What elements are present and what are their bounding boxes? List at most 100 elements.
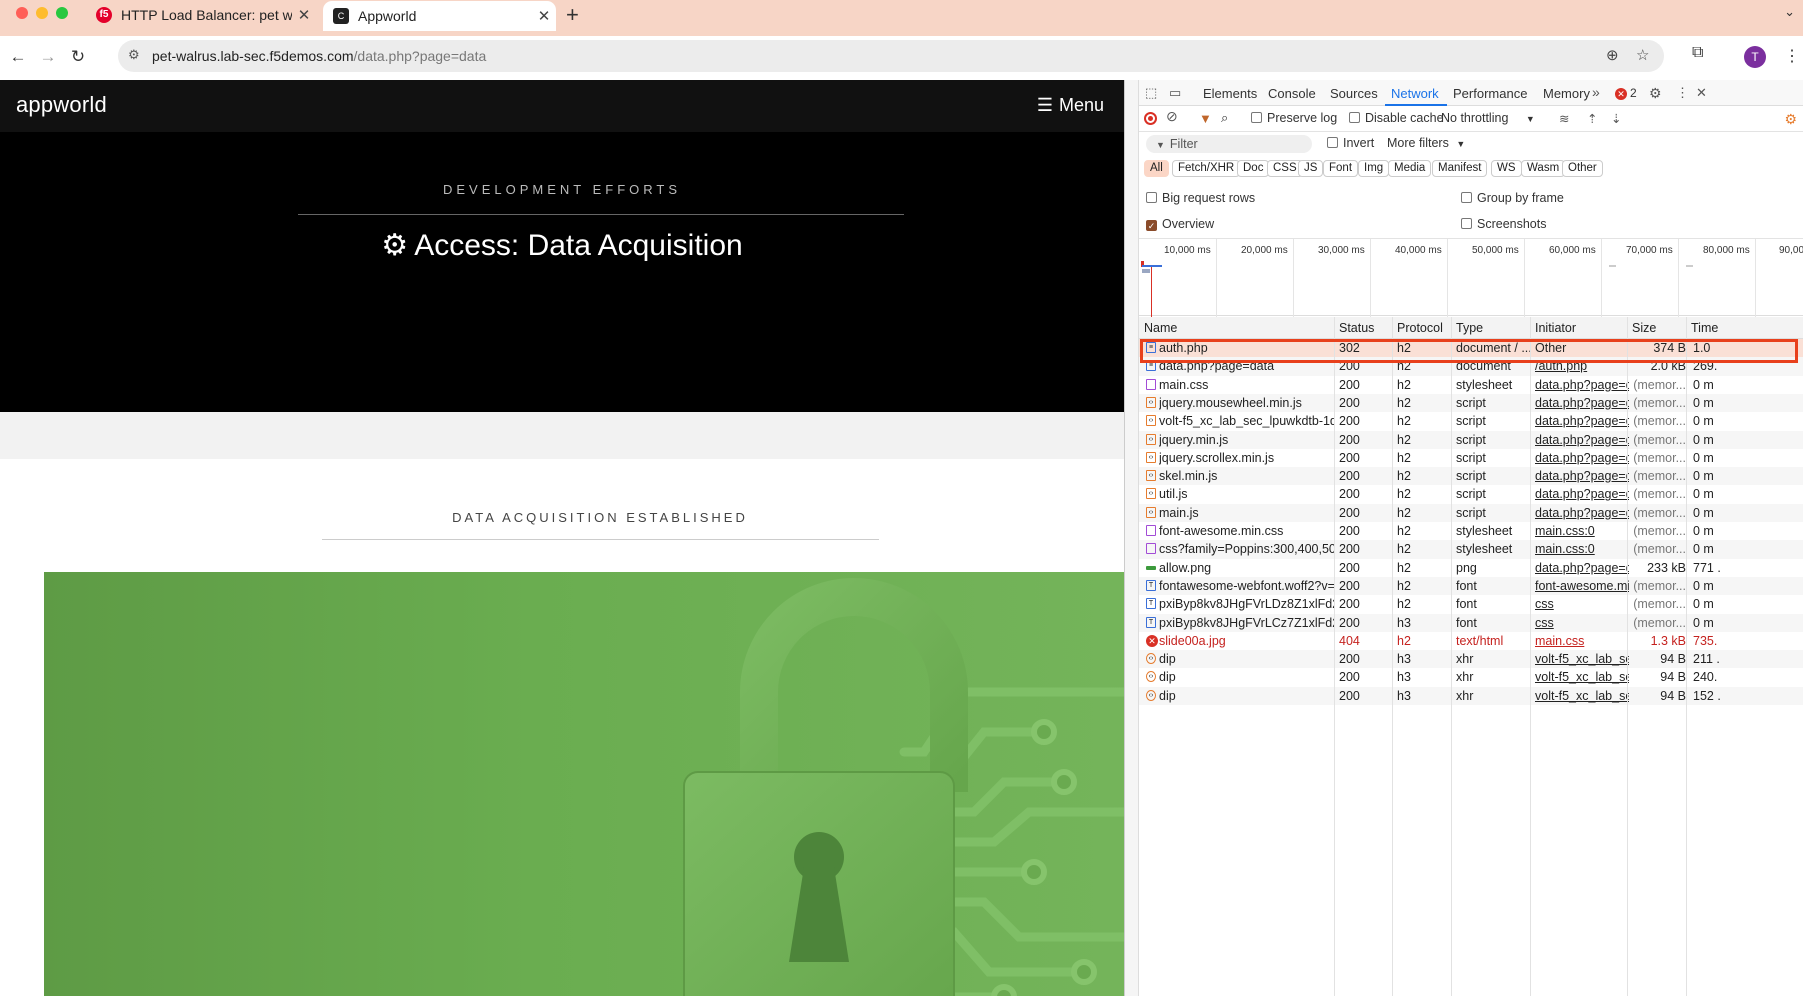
throttling-select[interactable]: No throttling ▼ — [1441, 111, 1535, 125]
inspect-element-icon[interactable]: ⬚ — [1145, 85, 1157, 101]
table-row[interactable]: allow.png 200 h2 png data.php?page=dat 233 kB… — [1139, 559, 1803, 577]
clear-icon[interactable]: ⊘ — [1166, 108, 1178, 125]
close-icon[interactable]: ✕ — [292, 6, 316, 24]
site-logo[interactable]: appworld — [16, 92, 107, 118]
type-filter-wasm[interactable]: Wasm — [1521, 160, 1566, 177]
type-filter-manifest[interactable]: Manifest — [1432, 160, 1488, 177]
devtools-resize-handle[interactable] — [1125, 80, 1139, 996]
cell-initiator[interactable]: data.php?page=dat — [1535, 469, 1629, 483]
table-row[interactable]: TpxiByp8kv8JHgFVrLDz8Z1xlFd2... 200 h2 font… — [1139, 595, 1803, 613]
table-row[interactable]: ‹› jquery.min.js 200 h2 script data.php?page=… — [1139, 430, 1803, 449]
tab-console[interactable]: Console — [1268, 86, 1316, 101]
window-minimize-button[interactable] — [36, 7, 48, 19]
preserve-log-checkbox[interactable]: Preserve log — [1251, 111, 1337, 125]
gear-icon[interactable]: ⚙ — [1649, 85, 1662, 102]
window-close-button[interactable] — [16, 7, 28, 19]
cell-initiator[interactable]: css — [1535, 597, 1629, 611]
new-tab-button[interactable]: + — [566, 2, 579, 28]
bookmark-star-icon[interactable]: ☆ — [1636, 46, 1649, 64]
table-row[interactable]: ‹› jquery.mousewheel.min.js 200 h2 script dat… — [1139, 393, 1803, 413]
window-maximize-button[interactable] — [56, 7, 68, 19]
column-header-size[interactable]: Size — [1632, 321, 1656, 335]
close-icon[interactable]: ✕ — [532, 7, 556, 25]
more-tabs-icon[interactable]: » — [1592, 84, 1600, 100]
invert-checkbox[interactable]: Invert — [1327, 136, 1374, 150]
cell-initiator[interactable]: data.php?page=dat — [1535, 451, 1629, 465]
tab-sources[interactable]: Sources — [1330, 86, 1378, 101]
more-filters-dropdown[interactable]: More filters ▼ — [1387, 136, 1465, 150]
column-header-name[interactable]: Name — [1144, 321, 1177, 335]
table-row[interactable]: font-awesome.min.css 200 h2 stylesheet main.… — [1139, 522, 1803, 540]
avatar[interactable]: T — [1744, 46, 1766, 68]
tab-network[interactable]: Network — [1391, 86, 1439, 101]
cell-initiator[interactable]: data.php?page=dat — [1535, 506, 1629, 520]
reload-button[interactable]: ↻ — [66, 45, 90, 69]
column-header-status[interactable]: Status — [1339, 321, 1374, 335]
table-row[interactable]: ✕ slide00a.jpg 404 h2 text/html main.css 1.3 k… — [1139, 632, 1803, 650]
cell-initiator[interactable]: data.php?page=dat — [1535, 414, 1629, 428]
network-overview-timeline[interactable]: 10,000 ms 20,000 ms 30,000 ms 40,000 ms … — [1139, 238, 1803, 317]
chevron-down-icon[interactable]: ⌄ — [1784, 4, 1795, 20]
error-count-badge[interactable]: ✕ 2 — [1615, 86, 1637, 100]
overview-checkbox[interactable]: ✓ Overview — [1146, 217, 1214, 231]
address-bar[interactable]: ⚙ pet-walrus.lab-sec.f5demos.com/data.ph… — [118, 40, 1664, 72]
tab-memory[interactable]: Memory — [1543, 86, 1590, 101]
screenshots-checkbox[interactable]: Screenshots — [1461, 217, 1546, 231]
devtools-menu-icon[interactable]: ⋮ — [1676, 85, 1689, 101]
filter-icon[interactable]: ▼ — [1199, 111, 1212, 126]
cell-initiator[interactable]: volt-f5_xc_lab_sec — [1535, 652, 1629, 666]
search-icon[interactable]: ⌕ — [1221, 110, 1228, 126]
table-row[interactable]: main.css 200 h2 stylesheet data.php?page=dat… — [1139, 376, 1803, 394]
browser-menu-icon[interactable]: ⋮ — [1784, 46, 1800, 66]
url-text[interactable]: pet-walrus.lab-sec.f5demos.com/data.php?… — [152, 48, 486, 64]
table-row[interactable]: Tfontawesome-webfont.woff2?v=... 200 h2 fon… — [1139, 576, 1803, 596]
browser-tab-appworld[interactable]: C Appworld ✕ — [323, 1, 556, 31]
type-filter-img[interactable]: Img — [1358, 160, 1390, 177]
back-button[interactable]: ← — [6, 45, 30, 69]
cell-initiator[interactable]: main.css:0 — [1535, 542, 1629, 556]
table-row[interactable]: ‹›main.js 200 h2 script data.php?page=dat (me… — [1139, 503, 1803, 522]
device-toolbar-icon[interactable]: ▭ — [1169, 85, 1181, 101]
table-row[interactable]: ‹› dip 200 h3 xhr volt-f5_xc_lab_sec 94 B 211 . — [1139, 650, 1803, 669]
type-filter-font[interactable]: Font — [1323, 160, 1359, 177]
cell-initiator[interactable]: data.php?page=dat — [1535, 561, 1629, 575]
menu-button[interactable]: ☰ Menu — [1037, 95, 1104, 116]
cell-initiator[interactable]: font-awesome.min. — [1535, 579, 1629, 593]
column-header-time[interactable]: Time — [1691, 321, 1718, 335]
table-row[interactable]: TpxiByp8kv8JHgFVrLCz7Z1xlFd2... 200 h3 font… — [1139, 613, 1803, 632]
cell-initiator[interactable]: main.css:0 — [1535, 524, 1629, 538]
cell-initiator[interactable]: data.php?page=dat — [1535, 396, 1629, 410]
type-filter-js[interactable]: JS — [1298, 160, 1324, 177]
table-row[interactable]: ‹› volt-f5_xc_lab_sec_lpuwkdtb-1d... 200 h2… — [1139, 412, 1803, 430]
table-row[interactable]: ‹› dip 200 h3 xhr volt-f5_xc_lab_sec 94 B 152 . — [1139, 686, 1803, 705]
close-icon[interactable]: ✕ — [1696, 85, 1707, 101]
cell-initiator[interactable]: data.php?page=dat — [1535, 487, 1629, 501]
disable-cache-checkbox[interactable]: Disable cache — [1349, 111, 1444, 125]
group-by-frame-checkbox[interactable]: Group by frame — [1461, 191, 1564, 205]
table-row[interactable]: ≡ auth.php 302 h2 document / ... Other 374 B 1.… — [1139, 339, 1803, 358]
table-row[interactable]: css?family=Poppins:300,400,50... 200 h2 sty… — [1139, 540, 1803, 559]
type-filter-fetch-xhr[interactable]: Fetch/XHR — [1172, 160, 1241, 177]
filter-input[interactable]: ▼ Filter — [1146, 135, 1312, 153]
type-filter-doc[interactable]: Doc — [1237, 160, 1270, 177]
record-button[interactable] — [1144, 112, 1157, 128]
cell-initiator[interactable]: data.php?page=dat — [1535, 433, 1629, 447]
network-settings-gear-icon[interactable]: ⚙ — [1784, 111, 1797, 128]
cell-initiator[interactable]: data.php?page=dat — [1535, 378, 1629, 392]
column-header-initiator[interactable]: Initiator — [1535, 321, 1576, 335]
network-conditions-icon[interactable]: ≋ — [1559, 111, 1569, 126]
cell-initiator[interactable]: css — [1535, 616, 1629, 630]
site-info-icon[interactable]: ⚙ — [128, 47, 140, 63]
browser-tab-load-balancer[interactable]: f5 HTTP Load Balancer: pet walrus ✕ — [84, 0, 316, 30]
type-filter-other[interactable]: Other — [1562, 160, 1603, 177]
tab-elements[interactable]: Elements — [1203, 86, 1257, 101]
table-row[interactable]: ‹›skel.min.js 200 h2 script data.php?page=da… — [1139, 467, 1803, 486]
table-row[interactable]: ‹› dip 200 h3 xhr volt-f5_xc_lab_sec 94 B 240. — [1139, 668, 1803, 686]
big-request-rows-checkbox[interactable]: Big request rows — [1146, 191, 1255, 205]
tab-performance[interactable]: Performance — [1453, 86, 1527, 101]
zoom-icon[interactable]: ⊕ — [1606, 46, 1619, 64]
cell-initiator[interactable]: main.css — [1535, 634, 1629, 648]
forward-button[interactable]: → — [36, 45, 60, 69]
column-header-protocol[interactable]: Protocol — [1397, 321, 1443, 335]
table-row[interactable]: ≡ data.php?page=data 200 h2 document/auth.ph… — [1139, 357, 1803, 376]
